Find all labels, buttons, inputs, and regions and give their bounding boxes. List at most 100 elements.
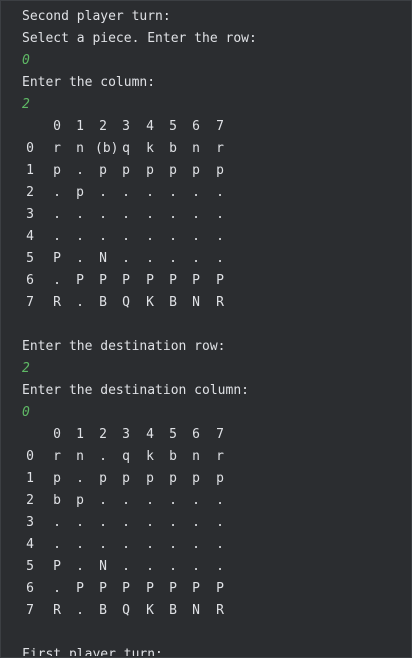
row-label: 5 (26, 559, 34, 574)
board-cell: P (99, 581, 107, 596)
board-row: 7R.BQKBNR (22, 292, 411, 314)
next-turn-label: First player turn: (22, 647, 163, 656)
board-cell: . (53, 185, 61, 200)
board-before-move: 0 1 2 3 4 5 6 7 0 r n (b) q k b n r 1 p. p p p p p p 2. p...... 3..… (22, 116, 411, 314)
board-cell: B (99, 603, 107, 618)
board-row: 4........ (22, 534, 411, 556)
board-cell: . (216, 229, 224, 244)
board-cell: . (169, 537, 177, 552)
board-after-move: 012345670rn.qkbnr1p.pppppp2bp......3....… (22, 424, 411, 622)
board-cell: P (53, 559, 61, 574)
board-cell: P (146, 273, 154, 288)
board-row: 5 P. N..... (22, 556, 411, 578)
board-cell: . (146, 229, 154, 244)
board-cell: q (122, 449, 130, 464)
board-column-header-row: 0123 456 7 (22, 116, 411, 138)
row-label: 0 (26, 449, 34, 464)
board-cell: . (192, 185, 200, 200)
board-column-header-row: 0123 456 7 (22, 424, 411, 446)
board-cell: p (76, 493, 84, 508)
board-cell: r (216, 141, 224, 156)
board-cell: . (76, 559, 84, 574)
board-cell: . (169, 493, 177, 508)
board-cell: P (192, 273, 200, 288)
board-row: 6.PPPPPPP (22, 270, 411, 292)
board-cell: . (99, 207, 107, 222)
row-label: 0 (26, 141, 34, 156)
row-label: 6 (26, 581, 34, 596)
column-header: 6 (192, 427, 200, 442)
board-cell: n (192, 141, 200, 156)
column-header: 4 (146, 119, 154, 134)
row-label: 4 (26, 229, 34, 244)
board-cell: n (76, 141, 84, 156)
board-cell: p (146, 163, 154, 178)
board-cell: . (169, 229, 177, 244)
board-cell: R (53, 603, 61, 618)
column-header: 3 (122, 427, 130, 442)
board-row: 6.PPPPPPP (22, 578, 411, 600)
board-cell: P (146, 581, 154, 596)
column-header: 1 (76, 427, 84, 442)
board-cell: r (53, 449, 61, 464)
column-header: 0 (53, 427, 61, 442)
board-cell: p (99, 163, 107, 178)
board-cell: n (76, 449, 84, 464)
board-row: 0rn.qkbnr (22, 446, 411, 468)
row-label: 7 (26, 603, 34, 618)
board-row: 4........ (22, 226, 411, 248)
board-cell: p (53, 471, 61, 486)
board-row: 1p.pppppp (22, 468, 411, 490)
destination-row-echo: 2 (22, 361, 30, 376)
board-cell: Q (122, 295, 130, 310)
board-cell: . (192, 493, 200, 508)
destination-column-echo: 0 (22, 405, 30, 420)
board-cell: p (216, 471, 224, 486)
board-cell: . (122, 493, 130, 508)
board-cell: . (122, 229, 130, 244)
board-cell: B (169, 295, 177, 310)
board-cell: n (192, 449, 200, 464)
board-row: 3........ (22, 204, 411, 226)
column-header: 7 (216, 427, 224, 442)
board-cell: . (122, 559, 130, 574)
board-cell: N (99, 251, 107, 266)
board-cell: b (169, 141, 177, 156)
board-cell: . (76, 515, 84, 530)
turn-label: Second player turn: (22, 9, 171, 24)
board-cell: b (53, 493, 61, 508)
board-cell: . (99, 185, 107, 200)
board-cell: P (53, 251, 61, 266)
board-row: 5 P. N..... (22, 248, 411, 270)
board-cell: k (146, 141, 154, 156)
board-row: 0 r n (b) q k b n r (22, 138, 411, 160)
board-cell: . (192, 559, 200, 574)
board-cell: q (122, 141, 130, 156)
board-cell: . (146, 537, 154, 552)
board-cell: . (53, 581, 61, 596)
board-cell: . (169, 207, 177, 222)
board-cell: K (146, 295, 154, 310)
row-label: 3 (26, 207, 34, 222)
board-cell: . (122, 185, 130, 200)
board-cell: . (76, 603, 84, 618)
board-cell: p (76, 185, 84, 200)
board-cell: p (169, 471, 177, 486)
board-cell: . (192, 229, 200, 244)
board-row: 7R.BQKBNR (22, 600, 411, 622)
select-column-prompt: Enter the column: (22, 75, 156, 90)
board-cell: . (122, 537, 130, 552)
board-cell: . (216, 559, 224, 574)
board-cell: . (146, 515, 154, 530)
board-cell: N (192, 603, 200, 618)
board-cell: P (99, 273, 107, 288)
board-cell: R (216, 295, 224, 310)
column-header: 0 (53, 119, 61, 134)
board-cell: . (76, 163, 84, 178)
board-cell: . (169, 559, 177, 574)
board-cell: . (53, 537, 61, 552)
column-header: 6 (192, 119, 200, 134)
board-cell: . (99, 515, 107, 530)
board-cell: . (169, 515, 177, 530)
